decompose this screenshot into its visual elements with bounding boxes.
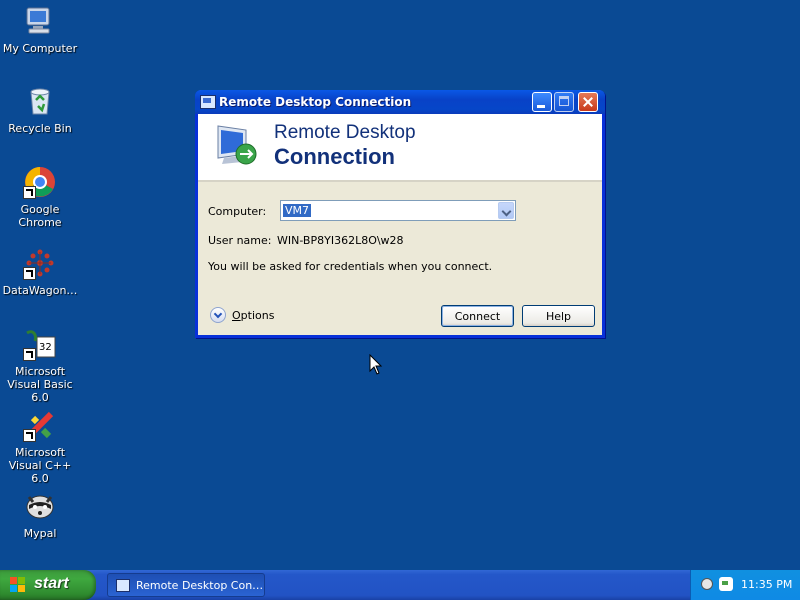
desktop-icon-label: Microsoft Visual Basic 6.0 [7, 365, 73, 404]
computer-value[interactable]: VM7 [283, 204, 312, 217]
recycle-bin-icon [23, 84, 57, 118]
computer-combobox[interactable]: VM7 [280, 200, 516, 221]
chrome-icon [23, 165, 57, 199]
expand-options-icon[interactable] [210, 307, 226, 323]
system-tray: 11:35 PM [690, 570, 800, 600]
desktop-icon-mypal[interactable]: Mypal [0, 489, 80, 540]
tray-clock[interactable]: 11:35 PM [741, 578, 792, 591]
tray-network-icon[interactable] [719, 577, 733, 591]
desktop-icon-label: Microsoft Visual C++ 6.0 [8, 446, 72, 485]
banner-title-line-2: Connection [274, 144, 395, 169]
start-label: start [34, 575, 69, 592]
windows-flag-icon [10, 577, 26, 593]
maximize-button [554, 92, 574, 112]
remote-desktop-icon [116, 579, 130, 592]
desktop-icon-label: Mypal [23, 527, 57, 540]
datawagon-icon [23, 246, 57, 280]
mouse-pointer-icon [369, 353, 383, 379]
dialog-banner: Remote Desktop Connection [198, 114, 602, 182]
taskbar-item-label: Remote Desktop Con… [136, 579, 264, 592]
window-title: Remote Desktop Connection [219, 95, 412, 109]
svg-text:32: 32 [39, 342, 52, 353]
my-computer-icon [23, 4, 57, 38]
close-button[interactable] [578, 92, 598, 112]
username-label: User name: [208, 234, 272, 247]
banner-title-line-1: Remote Desktop [274, 122, 416, 143]
remote-desktop-dialog: Remote Desktop Connection Remote Desktop… [195, 90, 605, 338]
taskbar: start Remote Desktop Con… 11:35 PM [0, 570, 800, 600]
desktop-icon-label: Google Chrome [18, 203, 62, 229]
mypal-icon [23, 489, 57, 523]
visual-cpp-icon [23, 408, 57, 442]
remote-desktop-monitor-icon [212, 120, 260, 168]
desktop-icon-label: My Computer [2, 42, 78, 55]
desktop-icon-label: Recycle Bin [8, 122, 72, 135]
computer-label: Computer: [208, 205, 267, 218]
taskbar-item-remote-desktop[interactable]: Remote Desktop Con… [107, 573, 265, 597]
remote-desktop-icon [200, 95, 216, 109]
username-value: WIN-BP8YI362L8O\w28 [277, 234, 404, 247]
connect-button[interactable]: Connect [441, 305, 514, 327]
help-button[interactable]: Help [522, 305, 595, 327]
visual-basic-icon: 32 [23, 327, 57, 361]
desktop-icon-google-chrome[interactable]: Google Chrome [0, 165, 80, 229]
desktop-icon-datawagon[interactable]: DataWagon… [0, 246, 80, 297]
desktop-icon-recycle-bin[interactable]: Recycle Bin [0, 84, 80, 135]
title-bar[interactable]: Remote Desktop Connection [195, 90, 605, 114]
start-button[interactable]: start [0, 570, 96, 600]
desktop-icon-visual-cpp[interactable]: Microsoft Visual C++ 6.0 [0, 408, 80, 485]
credentials-info-text: You will be asked for credentials when y… [208, 260, 493, 273]
chevron-down-icon[interactable] [498, 202, 514, 219]
options-label[interactable]: Options [232, 309, 274, 322]
tray-clock-app-icon[interactable] [701, 578, 713, 590]
desktop-icon-visual-basic[interactable]: 32 Microsoft Visual Basic 6.0 [0, 327, 80, 404]
desktop-icon-label: DataWagon… [2, 284, 78, 297]
options-toggle[interactable]: Options [210, 307, 274, 323]
minimize-button[interactable] [532, 92, 552, 112]
desktop-icon-my-computer[interactable]: My Computer [0, 4, 80, 55]
